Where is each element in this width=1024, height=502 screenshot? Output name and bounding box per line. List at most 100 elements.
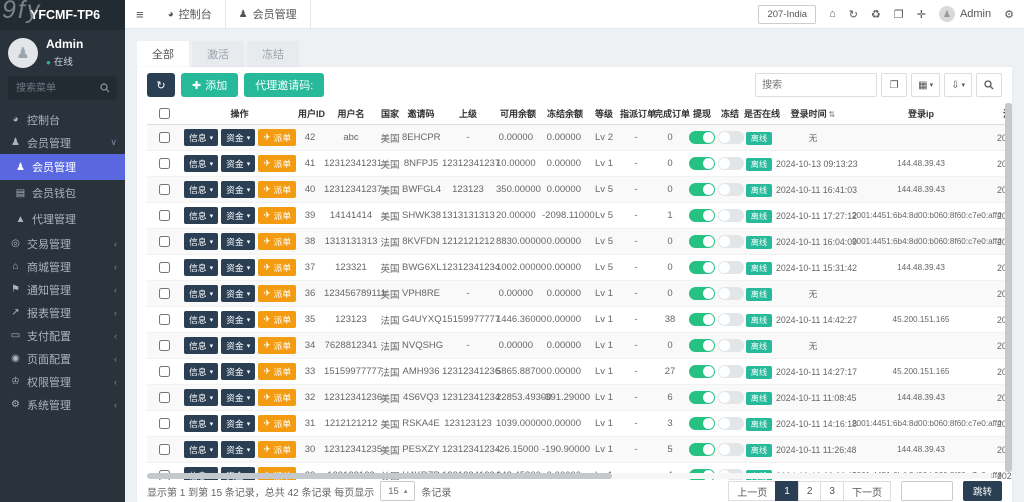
info-button[interactable]: 信息▾ xyxy=(184,181,219,198)
filter-tab-frozen[interactable]: 冻结 xyxy=(247,41,299,67)
horizontal-scrollbar[interactable] xyxy=(147,473,992,479)
row-checkbox[interactable] xyxy=(159,365,170,377)
home-icon[interactable]: ⌂ xyxy=(829,8,836,20)
row-checkbox[interactable] xyxy=(159,391,170,403)
funds-button[interactable]: 资金▾ xyxy=(221,259,256,276)
withdraw-toggle[interactable] xyxy=(689,365,715,378)
dispatch-button[interactable]: ✈派单 xyxy=(258,363,297,380)
withdraw-toggle[interactable] xyxy=(689,209,715,222)
row-checkbox[interactable] xyxy=(159,157,170,169)
withdraw-toggle[interactable] xyxy=(689,417,715,430)
toggle-view-button[interactable]: ❐ xyxy=(881,73,908,97)
page-3[interactable]: 3 xyxy=(820,481,844,501)
col-header-login_ip[interactable]: 登录ip xyxy=(851,103,991,125)
funds-button[interactable]: 资金▾ xyxy=(221,415,256,432)
info-button[interactable]: 信息▾ xyxy=(184,129,219,146)
col-header-freeze[interactable]: 冻结 xyxy=(717,103,743,125)
dispatch-button[interactable]: ✈派单 xyxy=(258,441,297,458)
withdraw-toggle[interactable] xyxy=(689,443,715,456)
add-button[interactable]: ✚ 添加 xyxy=(181,73,239,97)
agent-invite-code-button[interactable]: 代理邀请码: xyxy=(244,73,325,97)
funds-button[interactable]: 资金▾ xyxy=(221,155,256,172)
dispatch-button[interactable]: ✈派单 xyxy=(258,285,297,302)
info-button[interactable]: 信息▾ xyxy=(184,441,219,458)
dispatch-button[interactable]: ✈派单 xyxy=(258,155,297,172)
dispatch-button[interactable]: ✈派单 xyxy=(258,311,297,328)
row-checkbox[interactable] xyxy=(159,443,170,455)
funds-button[interactable]: 资金▾ xyxy=(221,441,256,458)
col-header-uid[interactable]: 用户ID xyxy=(297,103,325,125)
sidebar-item-report-manage[interactable]: ↗ 报表管理 ‹ xyxy=(0,301,125,324)
page-1[interactable]: 1 xyxy=(775,481,799,501)
dispatch-button[interactable]: ✈派单 xyxy=(258,389,297,406)
columns-button[interactable]: ▦ ▾ xyxy=(911,73,941,97)
freeze-toggle[interactable] xyxy=(718,287,744,300)
freeze-toggle[interactable] xyxy=(718,183,744,196)
refresh-icon[interactable]: ↻ xyxy=(849,8,858,21)
info-button[interactable]: 信息▾ xyxy=(184,363,219,380)
sidebar-item-member-group[interactable]: ♟ 会员管理 ∨ xyxy=(0,131,125,154)
col-header-username[interactable]: 用户名 xyxy=(323,103,379,125)
dispatch-button[interactable]: ✈派单 xyxy=(258,129,297,146)
sidebar-item-permission-manage[interactable]: ♔ 权限管理 ‹ xyxy=(0,370,125,393)
funds-button[interactable]: 资金▾ xyxy=(221,389,256,406)
dispatch-button[interactable]: ✈派单 xyxy=(258,181,297,198)
row-checkbox[interactable] xyxy=(159,131,170,143)
sidebar-item-system-manage[interactable]: ⚙ 系统管理 ‹ xyxy=(0,393,125,416)
withdraw-toggle[interactable] xyxy=(689,235,715,248)
clear-cache-icon[interactable]: ♻ xyxy=(871,8,881,21)
freeze-toggle[interactable] xyxy=(718,339,744,352)
info-button[interactable]: 信息▾ xyxy=(184,415,219,432)
filter-tab-activated[interactable]: 激活 xyxy=(192,41,244,67)
sidebar-subitem-member-wallet[interactable]: ▤ 会员钱包 xyxy=(0,180,125,206)
col-header-online[interactable]: 是否在线 xyxy=(743,103,780,125)
dispatch-button[interactable]: ✈派单 xyxy=(258,415,297,432)
freeze-toggle[interactable] xyxy=(718,209,744,222)
funds-button[interactable]: 资金▾ xyxy=(221,207,256,224)
menu-toggle-icon[interactable]: ≡ xyxy=(125,7,155,22)
freeze-toggle[interactable] xyxy=(718,365,744,378)
funds-button[interactable]: 资金▾ xyxy=(221,311,256,328)
withdraw-toggle[interactable] xyxy=(689,287,715,300)
row-checkbox[interactable] xyxy=(159,209,170,221)
topbar-tab-dashboard[interactable]: ◕ 控制台 xyxy=(155,0,225,28)
dispatch-button[interactable]: ✈派单 xyxy=(258,207,297,224)
sidebar-item-dashboard[interactable]: ◕ 控制台 xyxy=(0,108,125,131)
row-checkbox[interactable] xyxy=(159,313,170,325)
settings-icon[interactable]: ⚙ xyxy=(1004,8,1014,21)
col-header-completed[interactable]: 完成订单 xyxy=(653,103,690,125)
funds-button[interactable]: 资金▾ xyxy=(221,285,256,302)
info-button[interactable]: 信息▾ xyxy=(184,233,219,250)
info-button[interactable]: 信息▾ xyxy=(184,337,219,354)
freeze-toggle[interactable] xyxy=(718,391,744,404)
sidebar-subitem-agent-manage[interactable]: ▲ 代理管理 xyxy=(0,206,125,232)
copy-page-icon[interactable]: ❐ xyxy=(894,8,904,21)
row-checkbox[interactable] xyxy=(159,261,170,273)
line-select[interactable]: 207-India xyxy=(758,4,817,24)
sidebar-subitem-member-manage[interactable]: ♟ 会员管理 xyxy=(0,154,125,180)
topbar-tab-member-manage[interactable]: ♟ 会员管理 xyxy=(224,0,311,28)
info-button[interactable]: 信息▾ xyxy=(184,389,219,406)
withdraw-toggle[interactable] xyxy=(689,131,715,144)
col-header-withdraw[interactable]: 提现 xyxy=(687,103,717,125)
fullscreen-icon[interactable]: ✛ xyxy=(917,8,926,21)
funds-button[interactable]: 资金▾ xyxy=(221,337,256,354)
jump-page-input[interactable] xyxy=(900,481,953,501)
col-header-level[interactable]: 等级 xyxy=(589,103,619,125)
col-header-balance[interactable]: 可用余额 xyxy=(495,103,541,125)
export-button[interactable]: ⇩ ▾ xyxy=(944,73,972,97)
jump-button[interactable]: 跳转 xyxy=(962,481,1002,501)
withdraw-toggle[interactable] xyxy=(689,339,715,352)
col-header-assigned[interactable]: 指派订单 xyxy=(619,103,656,125)
admin-menu[interactable]: ♟ Admin xyxy=(938,6,991,22)
table-search-input[interactable] xyxy=(755,73,878,97)
row-checkbox[interactable] xyxy=(159,183,170,195)
row-checkbox[interactable] xyxy=(159,235,170,247)
freeze-toggle[interactable] xyxy=(718,443,744,456)
dispatch-button[interactable]: ✈派单 xyxy=(258,233,297,250)
sidebar-item-notice-manage[interactable]: ⚑ 通知管理 ‹ xyxy=(0,278,125,301)
col-header-frozen[interactable]: 冻结余额 xyxy=(541,103,589,125)
row-checkbox[interactable] xyxy=(159,287,170,299)
freeze-toggle[interactable] xyxy=(718,261,744,274)
page-prev[interactable]: 上一页 xyxy=(728,481,777,501)
